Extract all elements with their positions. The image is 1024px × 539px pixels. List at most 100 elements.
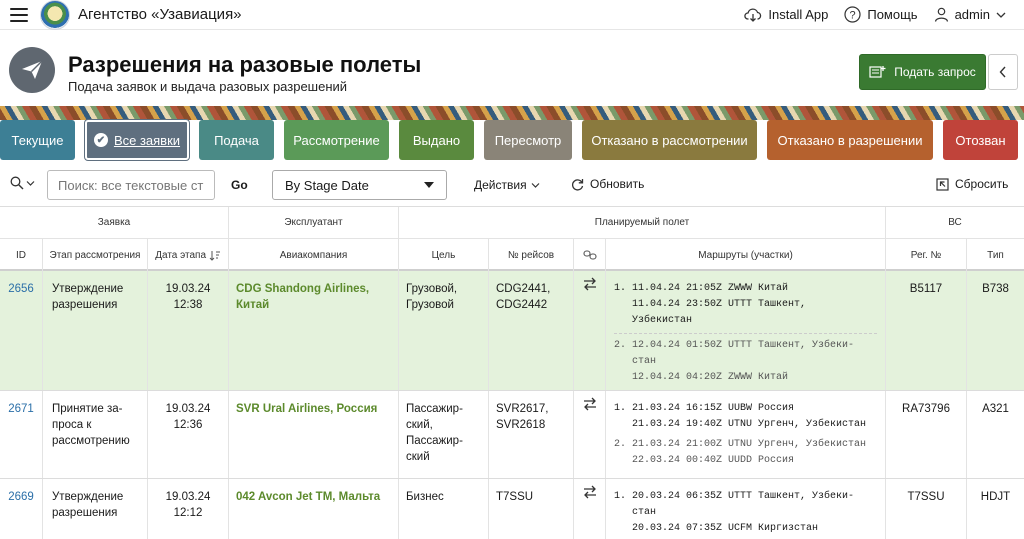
- swap-arrows-icon[interactable]: [583, 397, 597, 411]
- search-input[interactable]: [47, 170, 215, 200]
- route-line: 20.03.24 06:35Z UTTT Ташкент, Узбеки-: [632, 491, 855, 502]
- group-header-flight: Планируемый полет: [399, 207, 886, 239]
- sort-select[interactable]: By Stage Date: [272, 170, 447, 200]
- paper-plane-icon: [9, 47, 55, 93]
- submit-request-button[interactable]: Подать запрос: [859, 54, 986, 90]
- reg-cell: B5117: [886, 271, 967, 390]
- route-line: 21.03.24 21:00Z UTNU Ургенч, Узбекистан: [632, 439, 867, 450]
- tab-label: Пересмотр: [494, 132, 562, 148]
- tab-label: Рассмотрение: [293, 132, 380, 148]
- chevron-down-icon: [26, 180, 35, 186]
- route-line: 20.03.24 07:35Z UCFM Киргизстан: [632, 523, 819, 534]
- route-line: 12.04.24 04:20Z ZWWW Китай: [632, 372, 789, 383]
- page-title: Разрешения на разовые полеты: [68, 52, 422, 77]
- stage-cell: Принятие за- проса к рассмотрению: [43, 391, 148, 478]
- tab-review-denied[interactable]: Отказано в рассмотрении: [582, 120, 757, 160]
- stage-cell: Утверждение разрешения: [43, 479, 148, 539]
- caret-down-icon: [424, 182, 434, 188]
- airline-cell: CDG Shandong Airlines, Китай: [236, 283, 370, 311]
- route-segment-2: 2. 12.04.24 01:50Z UTTT Ташкент, Узбеки- …: [614, 340, 855, 383]
- column-header-stage[interactable]: Этап рассмотрения: [43, 239, 148, 271]
- svg-text:?: ?: [850, 10, 856, 22]
- ornament-band: [0, 106, 1024, 120]
- column-header-reg[interactable]: Рег. №: [886, 239, 967, 271]
- table-row[interactable]: 2656 Утверждение разрешения 19.03.24 12:…: [0, 271, 1024, 391]
- user-icon: [934, 7, 948, 22]
- route-line: стан: [632, 356, 657, 367]
- column-header-type[interactable]: Тип: [967, 239, 1024, 271]
- route-segment-1: 1. 20.03.24 06:35Z UTTT Ташкент, Узбеки- …: [614, 491, 855, 534]
- page-header: Разрешения на разовые полеты Подача заяв…: [0, 38, 1024, 106]
- tab-issued[interactable]: Выдано: [399, 120, 474, 160]
- tab-current[interactable]: Текущие: [0, 120, 75, 160]
- chevron-down-icon: [996, 12, 1006, 18]
- tab-review[interactable]: Рассмотрение: [284, 120, 389, 160]
- refresh-button[interactable]: Обновить: [571, 177, 644, 191]
- tab-label: Отказано в разрешении: [777, 132, 923, 148]
- column-header-link[interactable]: [574, 239, 606, 271]
- swap-cell: [574, 391, 606, 478]
- collapse-button[interactable]: [988, 54, 1018, 90]
- actions-menu[interactable]: Действия: [474, 178, 540, 192]
- column-header-flights[interactable]: № рейсов: [489, 239, 574, 271]
- reset-label: Сбросить: [955, 177, 1009, 191]
- table-row[interactable]: 2669 Утверждение разрешения 19.03.24 12:…: [0, 479, 1024, 539]
- column-header-airline[interactable]: Авиакомпания: [229, 239, 399, 271]
- refresh-label: Обновить: [590, 177, 645, 191]
- help-link[interactable]: ? Помощь: [844, 6, 918, 23]
- requests-grid: Заявка Эксплуатант Планируемый полет ВС …: [0, 206, 1024, 539]
- grid-header: Заявка Эксплуатант Планируемый полет ВС …: [0, 207, 1024, 271]
- route-line: Узбекистан: [632, 315, 693, 326]
- search-icon: [10, 176, 24, 190]
- tab-submission[interactable]: Подача: [199, 120, 274, 160]
- column-header-date[interactable]: Дата этапа: [148, 239, 229, 271]
- route-line: 21.03.24 16:15Z UUBW Россия: [632, 403, 795, 414]
- agency-logo: [40, 0, 70, 30]
- route-line: 21.03.24 19:40Z UTNU Ургенч, Узбекистан: [632, 419, 867, 430]
- airline-cell: SVR Ural Airlines, Россия: [236, 403, 378, 415]
- column-header-date-label: Дата этапа: [155, 249, 207, 261]
- menu-icon[interactable]: [10, 7, 28, 22]
- route-divider: [614, 333, 877, 334]
- top-bar: Агентство «Узавиация» Install App ? Помо…: [0, 0, 1024, 30]
- routes-cell: 1. 21.03.24 16:15Z UUBW Россия 21.03.24 1…: [606, 391, 886, 478]
- search-column-selector[interactable]: [10, 176, 35, 190]
- route-line: 11.04.24 23:50Z UTTT Ташкент,: [632, 299, 807, 310]
- install-app-link[interactable]: Install App: [744, 7, 828, 23]
- swap-arrows-icon[interactable]: [583, 277, 597, 291]
- submit-request-label: Подать запрос: [894, 65, 976, 79]
- add-form-icon: [869, 66, 886, 78]
- request-id-link[interactable]: 2671: [8, 403, 34, 415]
- report-toolbar: Go By Stage Date Действия Обновить Сброс…: [0, 168, 1024, 202]
- swap-cell: [574, 479, 606, 539]
- column-header-id[interactable]: ID: [0, 239, 43, 271]
- request-id-link[interactable]: 2669: [8, 491, 34, 503]
- user-menu[interactable]: admin: [934, 7, 1006, 22]
- reset-button[interactable]: Сбросить: [936, 177, 1008, 191]
- group-header-request: Заявка: [0, 207, 229, 239]
- tab-permission-denied[interactable]: Отказано в разрешении: [767, 120, 933, 160]
- refresh-icon: [571, 178, 584, 191]
- swap-arrows-icon[interactable]: [583, 485, 597, 499]
- purpose-cell: Бизнес: [399, 479, 489, 539]
- tab-label: Подача: [214, 132, 259, 148]
- app-title[interactable]: Агентство «Узавиация»: [78, 6, 242, 23]
- check-circle-icon: ✔: [93, 133, 108, 147]
- stage-cell: Утверждение разрешения: [43, 271, 148, 390]
- user-name: admin: [954, 7, 990, 22]
- tab-revoked[interactable]: Отозван: [943, 120, 1018, 160]
- column-header-routes[interactable]: Маршруты (участки): [606, 239, 886, 271]
- go-button[interactable]: Go: [231, 178, 248, 192]
- request-id-link[interactable]: 2656: [8, 283, 34, 295]
- table-row[interactable]: 2671 Принятие за- проса к рассмотрению 1…: [0, 391, 1024, 479]
- flights-cell: T7SSU: [489, 479, 574, 539]
- column-header-purpose[interactable]: Цель: [399, 239, 489, 271]
- date-cell: 19.03.24 12:12: [148, 479, 229, 539]
- routes-cell: 1. 11.04.24 21:05Z ZWWW Китай 11.04.24 23…: [606, 271, 886, 390]
- tab-revision[interactable]: Пересмотр: [484, 120, 572, 160]
- route-segment-2: 2. 21.03.24 21:00Z UTNU Ургенч, Узбекиста…: [614, 439, 867, 466]
- type-cell: HDJT: [980, 491, 1011, 503]
- tab-all-requests[interactable]: ✔ Все заявки: [85, 120, 189, 160]
- flights-cell: CDG2441, CDG2442: [489, 271, 574, 390]
- route-line: 11.04.24 21:05Z ZWWW Китай: [632, 283, 789, 294]
